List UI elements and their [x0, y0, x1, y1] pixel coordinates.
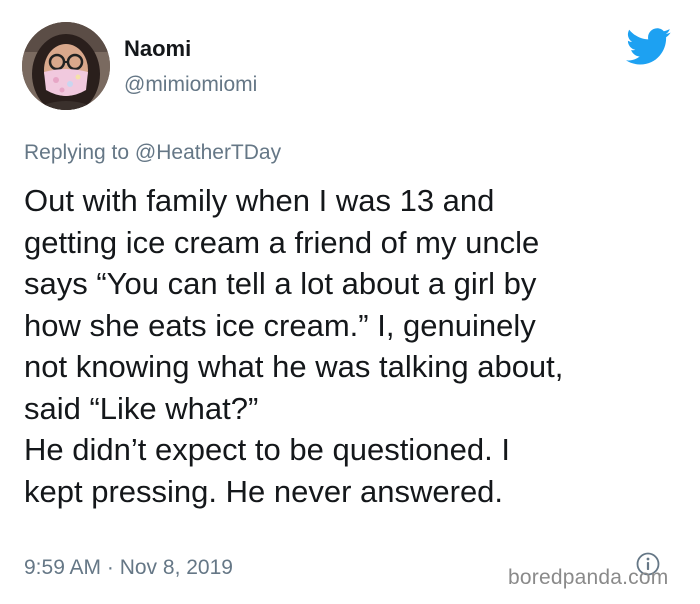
- avatar[interactable]: [22, 22, 110, 110]
- twitter-bird-icon[interactable]: [626, 28, 672, 66]
- reply-context: Replying to @HeatherTDay: [24, 141, 281, 165]
- tweet-card: Naomi @mimiomiomi Replying to @HeatherTD…: [0, 0, 700, 604]
- author-handle[interactable]: @mimiomiomi: [124, 73, 257, 97]
- tweet-text-line: getting ice cream a friend of my uncle: [24, 224, 540, 260]
- tweet-text-line: not knowing what he was talking about,: [24, 349, 564, 384]
- tweet-text-line: He didn’t expect to be questioned. I: [24, 432, 510, 467]
- tweet-text-line: Out with family when I was 13 and: [24, 183, 495, 218]
- boredpanda-watermark: boredpanda.com: [508, 566, 669, 589]
- tweet-text: Out with family when I was 13 and gettin…: [24, 180, 684, 512]
- reply-mention-link[interactable]: @HeatherTDay: [135, 141, 281, 164]
- tweet-text-line: says “You can tell a lot about a girl by: [24, 266, 537, 301]
- avatar-image: [22, 22, 110, 110]
- author-display-name[interactable]: Naomi: [124, 36, 191, 62]
- tweet-text-line: kept pressing. He never answered.: [24, 473, 504, 509]
- tweet-text-line: said “Like what?”: [24, 390, 259, 426]
- tweet-text-line: how she eats ice cream.” I, genuinely: [24, 307, 536, 343]
- tweet-timestamp[interactable]: 9:59 AM · Nov 8, 2019: [24, 556, 233, 580]
- reply-prefix: Replying to: [24, 141, 130, 164]
